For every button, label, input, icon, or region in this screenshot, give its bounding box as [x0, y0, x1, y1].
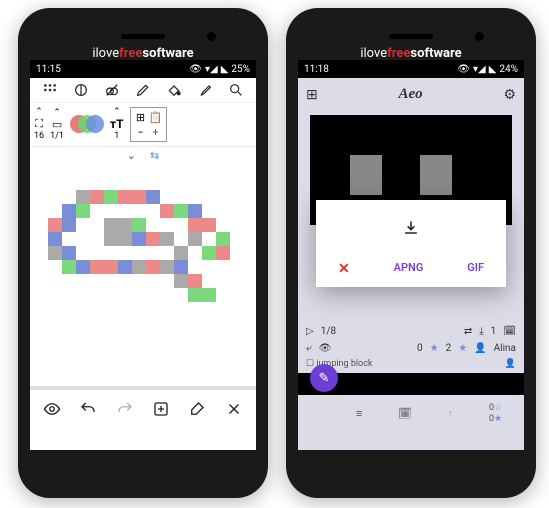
chevron-down-icon[interactable]: ⌄	[127, 149, 136, 162]
preview-block-left	[350, 155, 382, 195]
eyedropper-icon[interactable]	[197, 82, 213, 98]
export-dialog: ✕ APNG GIF	[316, 200, 506, 287]
user-name: Alina	[494, 343, 516, 354]
star-icon[interactable]: ★	[494, 414, 502, 424]
battery-icon: ◣	[221, 64, 229, 75]
blue-circle-icon	[86, 115, 104, 133]
undo-icon[interactable]	[79, 400, 97, 418]
zoom-icon[interactable]	[228, 82, 244, 98]
dialog-close-button[interactable]: ✕	[338, 261, 350, 277]
app-title: Aeo	[399, 86, 423, 103]
settings-icon[interactable]: ⚙	[503, 87, 516, 103]
save-icon[interactable]	[152, 400, 170, 418]
grid-icon[interactable]: ⊞	[306, 87, 318, 103]
pixel-canvas[interactable]	[30, 166, 256, 386]
eye-icon: 👁	[189, 64, 202, 75]
clipboard-grid[interactable]: ⊞ 📋 − +	[130, 107, 167, 142]
swap-icon[interactable]: ⇆	[150, 149, 159, 162]
avatar-icon[interactable]: 👤	[474, 343, 486, 354]
wifi-icon: ▾◢	[205, 64, 218, 75]
chevron-up-icon[interactable]: ⌃	[53, 109, 61, 118]
status-bar: 11:15 👁 ▾◢ ◣ 25%	[30, 60, 256, 78]
phone-frame-right: ilovefreesoftware 11:18 👁 ▾◢ ◣ 24% ⊞ Aeo…	[286, 8, 536, 498]
download-icon	[316, 218, 506, 261]
export-gif-button[interactable]: GIF	[467, 261, 484, 277]
controls-panel: ▷ 1/8 ⇄ ⤓ 1 🗓 ⤶ 👁 0 ★ 2 ★ 👤	[298, 323, 524, 450]
repeat-icon[interactable]: ⇄	[464, 326, 472, 337]
fill-icon[interactable]	[166, 82, 182, 98]
phone-frame-left: ilovefreesoftware 11:15 👁 ▾◢ ◣ 25% ⌃	[18, 8, 268, 498]
status-icons: 👁 ▾◢ ◣ 25%	[189, 64, 250, 75]
play-icon[interactable]: ▷	[306, 326, 314, 337]
eye-icon: 👁	[457, 64, 470, 75]
edit-fab[interactable]: ✎	[310, 364, 338, 392]
avatar-icon[interactable]: 👤	[505, 359, 516, 369]
phone-speaker	[121, 34, 165, 39]
android-nav-bar	[30, 428, 256, 450]
color-palette-rgb[interactable]	[70, 115, 104, 135]
star-outline-icon[interactable]: ☆	[494, 403, 502, 413]
toolbar-row-3: ⌄ ⇆	[30, 147, 256, 166]
contrast-icon[interactable]	[73, 82, 89, 98]
bottom-toolbar	[30, 390, 256, 428]
toolbar-row-2: ⌃ ⛶ 16 ⌃ ▭ 1/1 ⌃ тT 1 ⊞ 📋 −	[30, 103, 256, 147]
repeat-count: 1	[491, 326, 497, 337]
export-apng-button[interactable]: APNG	[394, 261, 424, 277]
phone-camera	[207, 32, 216, 41]
plus-icon[interactable]: +	[149, 125, 163, 139]
minus-icon[interactable]: −	[134, 125, 148, 139]
android-nav-bar	[298, 428, 524, 450]
screen-left: 11:15 👁 ▾◢ ◣ 25% ⌃ ⛶ 16	[30, 60, 256, 450]
battery-pct: 24%	[499, 64, 518, 75]
frame-size-stepper[interactable]: ⌃ ⛶ 16	[34, 108, 44, 141]
status-bar: 11:18 👁 ▾◢ ◣ 24%	[298, 60, 524, 78]
visibility-icon[interactable]	[43, 400, 61, 418]
phone-speaker	[389, 34, 433, 39]
screen-right: 11:18 👁 ▾◢ ◣ 24% ⊞ Aeo ⚙ ✕ APNG	[298, 60, 524, 450]
footer-toolbar: ≡ 🗓 ↑ 0☆ 0★	[298, 397, 524, 428]
grid-icon[interactable]: ⊞	[134, 110, 148, 124]
menu-icon[interactable]	[42, 82, 58, 98]
star-count-2: 2	[446, 343, 452, 354]
redo-icon[interactable]	[116, 400, 134, 418]
status-time: 11:18	[304, 64, 329, 75]
text-size-stepper[interactable]: ⌃ тT 1	[110, 108, 124, 141]
status-icons: 👁 ▾◢ ◣ 24%	[457, 64, 518, 75]
ratio-value: 1/1	[50, 131, 64, 141]
share-icon[interactable]: ⤶	[306, 343, 312, 354]
toolbar-row-1	[30, 78, 256, 103]
calendar-icon[interactable]: 🗓	[398, 407, 412, 420]
calendar-icon[interactable]: 🗓	[503, 326, 516, 337]
wifi-icon: ▾◢	[473, 64, 486, 75]
download-icon[interactable]: ⤓	[479, 326, 483, 337]
clipboard-icon[interactable]: 📋	[149, 110, 163, 124]
colorblind-icon[interactable]	[104, 82, 120, 98]
text-size-value: 1	[114, 131, 119, 141]
chevron-up-icon[interactable]: ⌃	[35, 108, 43, 117]
battery-icon: ◣	[489, 64, 497, 75]
preview-block-right	[420, 155, 452, 195]
phone-camera	[475, 32, 484, 41]
frame-counter: 1/8	[321, 326, 336, 337]
brand-logo: ilovefreesoftware	[92, 46, 193, 61]
star-count-0: 0	[417, 343, 423, 354]
ratio-stepper[interactable]: ⌃ ▭ 1/1	[50, 109, 64, 141]
star-icon[interactable]: ★	[458, 343, 467, 354]
battery-pct: 25%	[231, 64, 250, 75]
brand-logo: ilovefreesoftware	[360, 46, 461, 61]
pencil-icon[interactable]	[135, 82, 151, 98]
chevron-up-icon[interactable]: ⌃	[113, 108, 121, 117]
brush-icon[interactable]	[188, 400, 206, 418]
app-bar: ⊞ Aeo ⚙	[298, 78, 524, 111]
visibility-icon[interactable]: 👁	[319, 343, 332, 354]
upload-icon[interactable]: ↑	[448, 407, 454, 420]
close-icon[interactable]	[225, 400, 243, 418]
layers-icon[interactable]: ≡	[356, 407, 362, 420]
status-time: 11:15	[36, 64, 61, 75]
star-icon[interactable]: ★	[430, 343, 439, 354]
frame-size-value: 16	[34, 131, 44, 141]
